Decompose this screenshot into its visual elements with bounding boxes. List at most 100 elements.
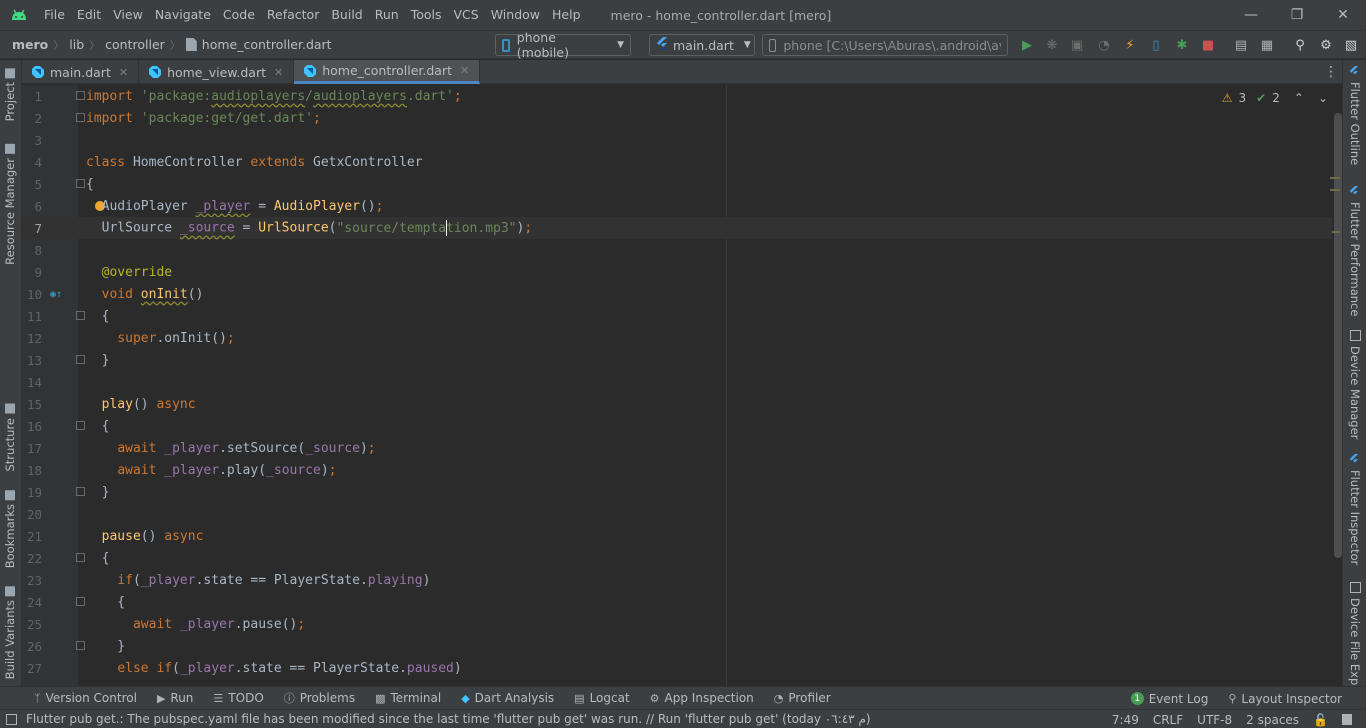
menu-window[interactable]: Window [485, 0, 546, 30]
fold-marker-icon[interactable] [76, 553, 85, 562]
code-editor[interactable]: ⚠ 3 ✔ 2 ⌃ ⌄ 1 import 'package:audioplaye… [22, 85, 1342, 686]
minimize-button[interactable]: — [1228, 0, 1274, 30]
indent-setting[interactable]: 2 spaces [1246, 713, 1299, 727]
tool-app-inspection[interactable]: ⚙ App Inspection [650, 691, 754, 705]
code-line[interactable]: 15 play() async [22, 393, 1332, 415]
tool-run[interactable]: ▶ Run [157, 691, 193, 705]
menu-code[interactable]: Code [217, 0, 261, 30]
menu-navigate[interactable]: Navigate [149, 0, 217, 30]
fold-marker-icon[interactable] [76, 179, 85, 188]
code-line[interactable]: 25 await _player.pause(); [22, 613, 1332, 635]
tool-flutter-performance[interactable]: Flutter Performance [1348, 186, 1362, 316]
tool-terminal[interactable]: ▩ Terminal [375, 691, 441, 705]
ide-updates-icon[interactable]: ▧ [1343, 37, 1359, 53]
tool-device-manager[interactable]: Device Manager [1348, 330, 1362, 439]
menu-file[interactable]: File [38, 0, 71, 30]
tabs-more-menu-icon[interactable]: ⋮ [1324, 64, 1338, 80]
sdk-manager-icon[interactable]: ▦ [1259, 37, 1275, 53]
tab-home-controller-dart[interactable]: home_controller.dart ✕ [294, 60, 481, 84]
code-line[interactable]: 10 ◉↑ void onInit() [22, 283, 1332, 305]
fold-marker-icon[interactable] [76, 421, 85, 430]
code-line[interactable]: 13 } [22, 349, 1332, 371]
code-line[interactable]: 8 [22, 239, 1332, 261]
stop-icon[interactable]: ■ [1200, 37, 1216, 53]
menu-run[interactable]: Run [369, 0, 405, 30]
lock-icon[interactable]: 🔓 [1313, 713, 1328, 727]
tool-structure[interactable]: Structure [3, 404, 17, 472]
code-line[interactable]: 12 super.onInit(); [22, 327, 1332, 349]
fold-marker-icon[interactable] [76, 311, 85, 320]
code-line[interactable]: 9 @override [22, 261, 1332, 283]
code-line[interactable]: 3 [22, 129, 1332, 151]
device-manager-icon[interactable]: ▤ [1233, 37, 1249, 53]
tool-windows-toggle-icon[interactable] [6, 714, 17, 725]
tool-flutter-inspector[interactable]: Flutter Inspector [1348, 454, 1362, 565]
fold-marker-icon[interactable] [76, 355, 85, 364]
close-tab-icon[interactable]: ✕ [274, 66, 283, 79]
overrides-method-icon[interactable]: ◉↑ [50, 289, 62, 300]
run-with-coverage-icon[interactable]: ▣ [1069, 37, 1085, 53]
close-tab-icon[interactable]: ✕ [119, 66, 128, 79]
tool-bookmarks[interactable]: Bookmarks [3, 490, 17, 568]
code-line[interactable]: 14 [22, 371, 1332, 393]
code-line[interactable]: 17 await _player.setSource(_source); [22, 437, 1332, 459]
fold-marker-icon[interactable] [76, 113, 85, 122]
caret-position[interactable]: 7:49 [1112, 713, 1139, 727]
device-path-field[interactable]: phone [C:\Users\Aburas\.android\avd\p [762, 34, 1008, 56]
breadcrumb-project[interactable]: mero [12, 37, 48, 52]
line-separator[interactable]: CRLF [1153, 713, 1183, 727]
memory-indicator-icon[interactable] [1342, 714, 1352, 725]
close-window-button[interactable]: ✕ [1320, 0, 1366, 30]
status-message[interactable]: Flutter pub get.: The pubspec.yaml file … [26, 712, 871, 726]
menu-view[interactable]: View [107, 0, 149, 30]
tool-build-variants[interactable]: Build Variants [3, 586, 17, 679]
tool-problems[interactable]: ⓘ Problems [284, 690, 355, 706]
tab-main-dart[interactable]: main.dart ✕ [22, 60, 140, 84]
restore-button[interactable]: ❐ [1274, 0, 1320, 30]
vertical-scrollbar[interactable] [1334, 113, 1342, 558]
run-icon[interactable]: ▶ [1019, 37, 1035, 53]
tool-project[interactable]: Project [3, 68, 17, 121]
breadcrumb-lib[interactable]: lib [69, 37, 84, 52]
debug-icon[interactable]: ❋ [1044, 37, 1060, 53]
tool-profiler[interactable]: ◔ Profiler [774, 691, 831, 705]
code-line[interactable]: 26 } [22, 635, 1332, 657]
tab-home-view-dart[interactable]: home_view.dart ✕ [139, 60, 295, 84]
tool-event-log[interactable]: 1 Event Log [1130, 692, 1208, 706]
fold-marker-icon[interactable] [76, 91, 85, 100]
menu-refactor[interactable]: Refactor [261, 0, 325, 30]
tool-dart-analysis[interactable]: ◆ Dart Analysis [461, 691, 554, 705]
code-line[interactable]: 16 { [22, 415, 1332, 437]
hot-reload-icon[interactable]: ⚡ [1122, 37, 1138, 53]
tool-version-control[interactable]: ᛉ Version Control [34, 691, 137, 705]
attach-debugger-icon[interactable]: ✱ [1174, 37, 1190, 53]
code-line[interactable]: 27 else if(_player.state == PlayerState.… [22, 657, 1332, 679]
code-line[interactable]: 21 pause() async [22, 525, 1332, 547]
code-line[interactable]: 4 class HomeController extends GetxContr… [22, 151, 1332, 173]
tool-logcat[interactable]: ▤ Logcat [574, 691, 630, 705]
code-line[interactable]: 22 { [22, 547, 1332, 569]
fold-marker-icon[interactable] [76, 597, 85, 606]
menu-help[interactable]: Help [546, 0, 587, 30]
fold-marker-icon[interactable] [76, 641, 85, 650]
code-line[interactable]: 6 AudioPlayer _player = AudioPlayer(); [22, 195, 1332, 217]
settings-gear-icon[interactable]: ⚙ [1318, 37, 1334, 53]
code-line[interactable]: 1 import 'package:audioplayers/audioplay… [22, 85, 1332, 107]
fold-marker-icon[interactable] [76, 487, 85, 496]
breadcrumb-file[interactable]: home_controller.dart [202, 37, 332, 52]
tool-flutter-outline[interactable]: Flutter Outline [1348, 66, 1362, 165]
close-tab-icon[interactable]: ✕ [460, 64, 469, 77]
tool-layout-inspector[interactable]: ⚲ Layout Inspector [1228, 692, 1342, 706]
code-line[interactable]: 19 } [22, 481, 1332, 503]
code-line[interactable]: 5 { [22, 173, 1332, 195]
code-line[interactable]: 11 { [22, 305, 1332, 327]
device-selector[interactable]: phone (mobile) ▼ [495, 30, 631, 60]
code-line[interactable]: 2 import 'package:get/get.dart'; [22, 107, 1332, 129]
code-line-current[interactable]: 7 UrlSource _source = UrlSource("source/… [22, 217, 1332, 239]
menu-build[interactable]: Build [325, 0, 368, 30]
code-line[interactable]: 20 [22, 503, 1332, 525]
search-icon[interactable]: ⚲ [1292, 37, 1308, 53]
code-line[interactable]: 23 if(_player.state == PlayerState.playi… [22, 569, 1332, 591]
menu-edit[interactable]: Edit [71, 0, 107, 30]
tool-resource-manager[interactable]: Resource Manager [3, 144, 17, 265]
